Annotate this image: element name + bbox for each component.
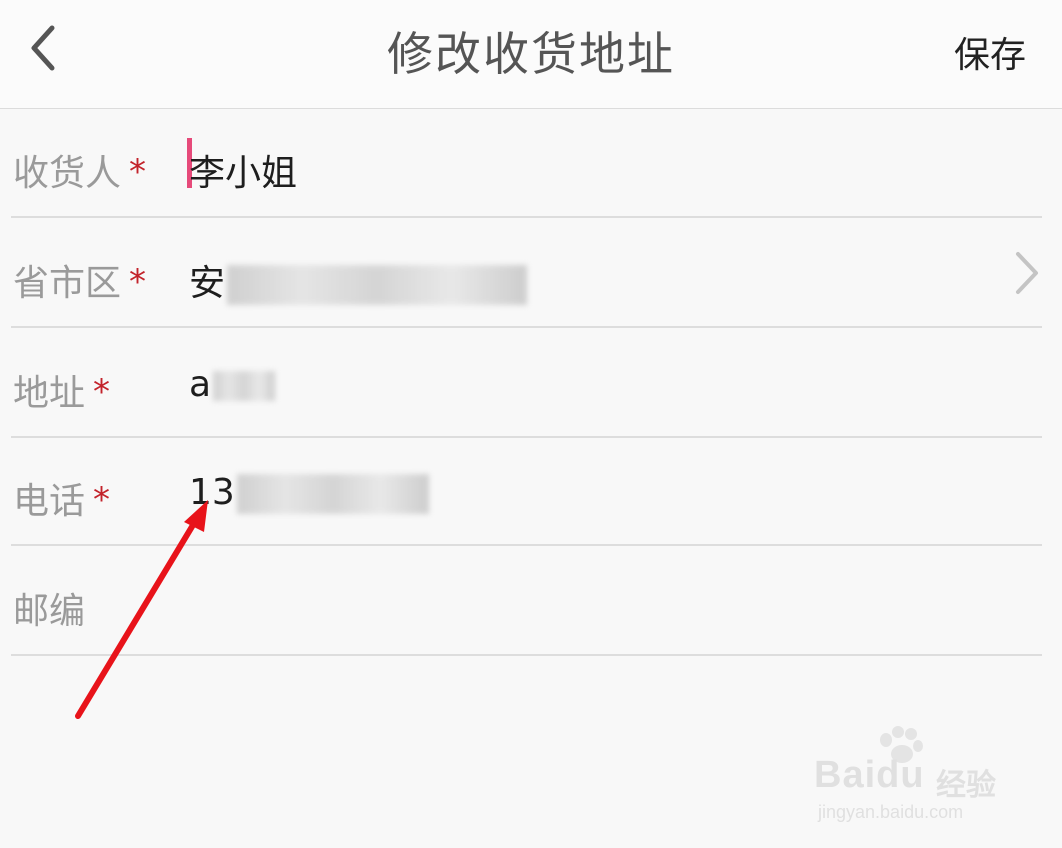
region-label: 省市区 * [13,262,147,304]
recipient-input[interactable]: 李小姐 [189,144,297,196]
required-mark: * [129,262,147,302]
required-mark: * [93,372,111,412]
postcode-row[interactable]: 邮编 [11,546,1042,656]
save-button[interactable]: 保存 [954,26,1026,78]
page-title: 修改收货地址 [387,27,675,81]
redacted-region-text [227,265,528,305]
redacted-phone-text [236,474,429,514]
postcode-label: 邮编 [13,591,86,632]
watermark-title: 经验 [936,768,996,803]
address-label: 地址 * [13,372,111,414]
redacted-address-text [213,371,276,401]
required-mark: * [93,480,111,520]
watermark-logo: Baidu [814,754,925,796]
phone-input[interactable]: 13 [189,472,429,514]
phone-label: 电话 * [13,480,111,522]
chevron-right-icon [1016,252,1038,294]
top-bar: 修改收货地址 保存 [0,0,1062,109]
baidu-jingyan-watermark: Baidu 经验 jingyan.baidu.com [814,726,1014,830]
recipient-label: 收货人 * [13,152,147,194]
address-row[interactable]: 地址 * a [11,328,1042,438]
address-input[interactable]: a [189,364,276,405]
phone-row[interactable]: 电话 * 13 [11,436,1042,546]
required-mark: * [129,152,147,192]
recipient-row[interactable]: 收货人 * 李小姐 [11,108,1042,218]
region-row[interactable]: 省市区 * 安 [11,218,1042,328]
region-value[interactable]: 安 [189,254,528,306]
watermark-url: jingyan.baidu.com [818,802,964,822]
